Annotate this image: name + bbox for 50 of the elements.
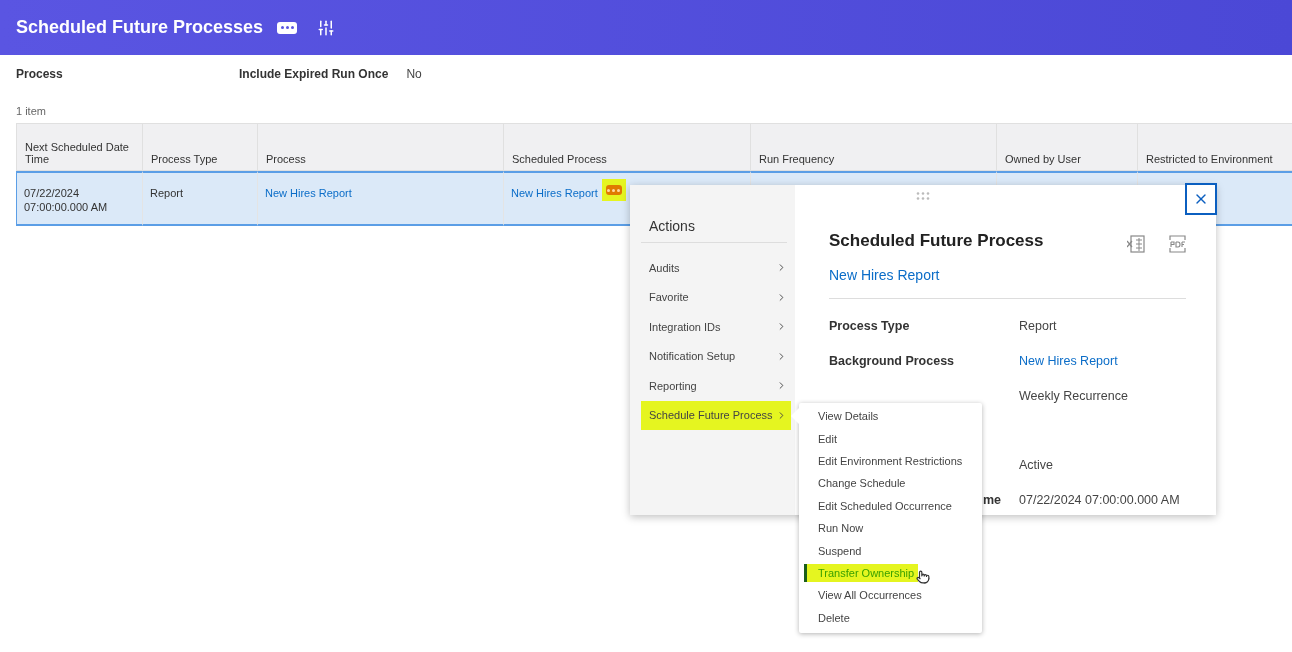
column-header[interactable]: Process — [258, 123, 504, 171]
menu-item[interactable]: Schedule Future Process — [641, 400, 791, 430]
field-value: Active — [1019, 458, 1054, 472]
menu-item[interactable]: Notification Setup — [641, 341, 791, 371]
field-link[interactable]: New Hires Report — [1019, 354, 1118, 368]
column-header[interactable]: Restricted to Environment — [1138, 123, 1292, 171]
detail-subtitle-link[interactable]: New Hires Report — [829, 267, 940, 283]
menu-item[interactable]: Reporting — [641, 371, 791, 401]
page-title: Scheduled Future Processes — [16, 17, 264, 38]
submenu-item[interactable]: Delete — [799, 606, 982, 629]
submenu-item[interactable]: Change Schedule — [799, 472, 982, 495]
table-row[interactable]: 07/22/2024 07:00:00.000 AM — [16, 171, 143, 226]
table-cell: Report — [150, 186, 184, 201]
item-count: 1 item — [15, 104, 47, 119]
submenu-item[interactable]: Edit Environment Restrictions — [799, 449, 982, 473]
detail-title: Scheduled Future Process — [829, 231, 1044, 251]
filter-label: Process — [16, 67, 64, 81]
submenu-item[interactable]: View All Occurrences — [799, 584, 982, 607]
hand-cursor-icon — [916, 569, 931, 584]
excel-export-icon[interactable] — [1127, 235, 1145, 253]
column-header[interactable]: Scheduled Process — [504, 123, 751, 171]
submenu-item[interactable]: View Details — [799, 405, 982, 428]
field-value: 07/22/2024 07:00:00.000 AM — [1019, 493, 1180, 507]
settings-sliders-icon[interactable] — [317, 18, 336, 37]
close-button[interactable] — [1185, 183, 1217, 215]
submenu-item[interactable]: Edit Scheduled Occurrence — [799, 494, 982, 517]
menu-item[interactable]: Integration IDs — [641, 312, 791, 342]
submenu-item[interactable]: Run Now — [799, 516, 982, 540]
field-label: me — [982, 493, 1001, 507]
field-label: Background Process — [829, 354, 955, 368]
table-link[interactable]: New Hires Report — [511, 186, 598, 201]
table-cell-text: 07/22/2024 07:00:00.000 AM — [24, 186, 109, 215]
filter-value: No — [406, 67, 422, 81]
column-header[interactable]: Run Frequency — [751, 123, 997, 171]
actions-title: Actions — [641, 185, 787, 243]
submenu-item[interactable]: Edit — [799, 427, 982, 450]
table-link[interactable]: New Hires Report — [265, 186, 352, 201]
more-actions-button[interactable] — [277, 21, 298, 34]
drag-handle-icon[interactable] — [916, 192, 930, 200]
column-header[interactable]: Next Scheduled Date Time — [16, 123, 143, 171]
field-label: Process Type — [829, 319, 910, 333]
submenu-item[interactable]: Suspend — [799, 539, 982, 562]
filter-label: Include Expired Run Once — [239, 67, 389, 81]
pdf-export-icon[interactable] — [1169, 235, 1186, 253]
field-value: Weekly Recurrence — [1019, 389, 1128, 403]
menu-item[interactable]: Audits — [641, 253, 791, 283]
column-header[interactable]: Owned by User — [997, 123, 1138, 171]
column-header[interactable]: Process Type — [143, 123, 258, 171]
field-value: Report — [1019, 319, 1057, 333]
menu-item[interactable]: Favorite — [641, 282, 791, 312]
